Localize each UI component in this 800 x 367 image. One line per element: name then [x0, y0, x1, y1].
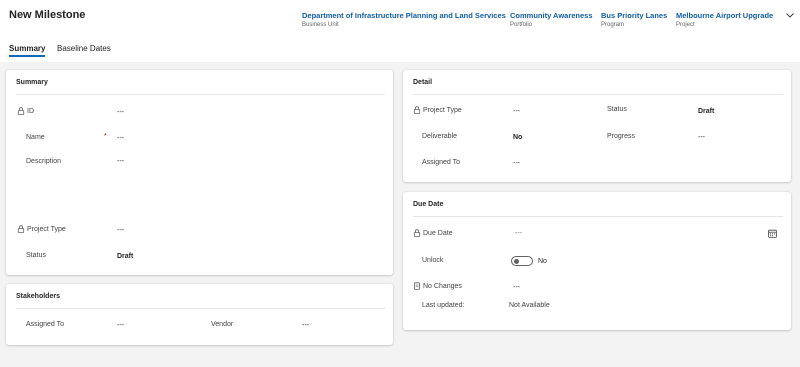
lock-icon: [17, 107, 25, 115]
lock-icon: [17, 225, 25, 233]
summary-card: Summary ID --- Name * --- Description --…: [6, 70, 393, 275]
detail-project-type-label-text: Project Type: [423, 106, 462, 114]
detail-assigned-to-field[interactable]: ---: [513, 160, 520, 167]
status-value: Draft: [117, 253, 134, 260]
due-date-label: Due Date: [413, 229, 453, 237]
lock-icon: [413, 106, 421, 114]
vendor-label: Vendor: [211, 321, 234, 328]
portfolio-caption: Portfolio: [510, 22, 533, 28]
detail-card: Detail Project Type --- Status Draft Del…: [403, 70, 791, 182]
last-updated-value: Not Available: [509, 302, 550, 309]
assigned-to-label: Assigned To: [26, 321, 65, 328]
project-type-label-text: Project Type: [27, 225, 66, 233]
assigned-to-field[interactable]: ---: [117, 322, 124, 329]
project-caption: Project: [676, 22, 695, 28]
vendor-field[interactable]: ---: [302, 322, 309, 329]
name-field[interactable]: ---: [117, 135, 124, 142]
detail-status-label: Status: [607, 106, 627, 113]
required-indicator: *: [104, 133, 107, 140]
tab-baseline-dates[interactable]: Baseline Dates: [57, 44, 111, 57]
project-type-label: Project Type: [17, 225, 66, 233]
business-unit-link[interactable]: Department of Infrastructure Planning an…: [302, 11, 506, 20]
program-link[interactable]: Bus Priority Lanes: [601, 11, 667, 20]
last-updated-label: Last updated:: [422, 302, 465, 309]
detail-assigned-to-label: Assigned To: [422, 159, 461, 166]
name-label: Name: [26, 134, 45, 141]
document-icon: [414, 282, 420, 290]
due-date-label-text: Due Date: [423, 229, 453, 237]
project-link[interactable]: Melbourne Airport Upgrade: [676, 11, 773, 20]
divider: [16, 308, 385, 309]
project-type-value: ---: [117, 227, 124, 234]
divider: [16, 94, 385, 95]
stakeholders-card: Stakeholders Assigned To --- Vendor ---: [6, 284, 393, 345]
calendar-icon[interactable]: [768, 229, 777, 238]
tab-list: Summary Baseline Dates: [0, 43, 800, 62]
due-date-card-title: Due Date: [413, 201, 444, 208]
no-changes-value: ---: [513, 284, 520, 291]
detail-card-title: Detail: [413, 79, 433, 86]
unlock-toggle-state: No: [538, 258, 547, 265]
chevron-down-icon[interactable]: [785, 10, 795, 20]
toggle-knob: [514, 259, 519, 264]
lock-icon: [413, 229, 421, 237]
header-business-unit[interactable]: Department of Infrastructure Planning an…: [302, 11, 506, 28]
tab-summary[interactable]: Summary: [9, 44, 46, 57]
progress-field[interactable]: ---: [698, 134, 705, 141]
header-project[interactable]: Melbourne Airport Upgrade Project: [676, 11, 773, 28]
summary-card-title: Summary: [16, 79, 48, 86]
header-portfolio[interactable]: Community Awareness Portfolio: [510, 11, 593, 28]
id-value: ---: [117, 109, 124, 116]
due-date-card: Due Date Due Date --- Unlock No No Chang…: [403, 192, 791, 330]
divider: [413, 94, 783, 95]
divider: [413, 216, 783, 217]
program-caption: Program: [601, 22, 625, 28]
description-field[interactable]: ---: [117, 158, 124, 165]
business-unit-caption: Business Unit: [302, 22, 339, 28]
detail-project-type-value: ---: [513, 108, 520, 115]
header-program[interactable]: Bus Priority Lanes Program: [601, 11, 667, 28]
form-header: New Milestone Department of Infrastructu…: [0, 0, 800, 62]
no-changes-label-text: No Changes: [423, 282, 462, 290]
due-date-field[interactable]: ---: [515, 230, 522, 237]
deliverable-field[interactable]: No: [513, 134, 522, 141]
unlock-label: Unlock: [422, 257, 444, 264]
deliverable-label: Deliverable: [422, 133, 458, 140]
form-canvas: Summary ID --- Name * --- Description --…: [0, 62, 800, 367]
stakeholders-card-title: Stakeholders: [16, 293, 60, 300]
progress-label: Progress: [607, 133, 636, 140]
id-label-text: ID: [27, 107, 34, 115]
description-label: Description: [26, 158, 62, 165]
no-changes-label: No Changes: [413, 282, 462, 290]
unlock-toggle[interactable]: [511, 256, 533, 266]
detail-status-value: Draft: [698, 108, 715, 115]
detail-project-type-label: Project Type: [413, 106, 462, 114]
status-label: Status: [26, 252, 46, 259]
portfolio-link[interactable]: Community Awareness: [510, 11, 593, 20]
page-title: New Milestone: [9, 9, 86, 21]
id-label: ID: [17, 107, 34, 115]
